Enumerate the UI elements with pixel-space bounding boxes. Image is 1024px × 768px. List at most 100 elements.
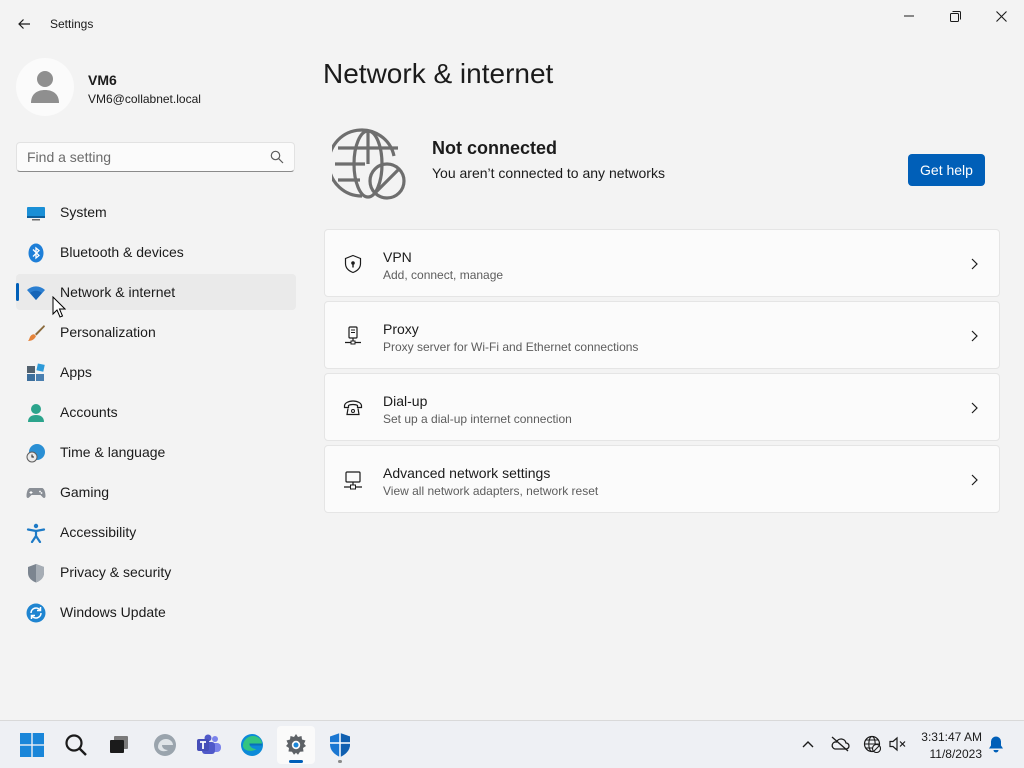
card-title: Advanced network settings	[383, 465, 551, 481]
chevron-up-icon	[802, 741, 814, 748]
search-icon[interactable]	[270, 150, 284, 164]
close-icon	[995, 10, 1007, 22]
card-description: Add, connect, manage	[383, 268, 504, 282]
taskbar-start-button[interactable]	[13, 726, 51, 764]
edge-icon	[241, 734, 263, 756]
card-description: Proxy server for Wi-Fi and Ethernet conn…	[383, 340, 639, 354]
monitor-network-icon	[344, 471, 362, 490]
page-title: Network & internet	[323, 58, 554, 89]
clock-date[interactable]: 11/8/2023	[912, 747, 983, 761]
card-title: VPN	[383, 249, 412, 265]
sidebar-item-label: Apps	[60, 364, 92, 380]
sidebar-item-personalization[interactable]: Personalization	[16, 314, 296, 350]
avatar[interactable]	[16, 58, 74, 116]
sidebar-item-label: Privacy & security	[60, 564, 172, 580]
brush-icon	[28, 325, 45, 341]
sidebar-item-label: Personalization	[60, 324, 156, 340]
apps-icon	[27, 363, 45, 381]
sidebar-item-apps[interactable]: Apps	[16, 354, 296, 390]
sidebar-item-label: Accessibility	[60, 524, 137, 540]
status-title: Not connected	[432, 138, 558, 158]
wifi-icon	[27, 286, 45, 300]
phone-icon	[343, 400, 363, 416]
card-title: Dial-up	[383, 393, 428, 409]
card-advanced-network[interactable]: Advanced network settings View all netwo…	[324, 445, 1000, 513]
sidebar-item-network[interactable]: Network & internet	[16, 274, 296, 310]
sidebar-item-accounts[interactable]: Accounts	[16, 394, 296, 430]
taskbar-task-view-button[interactable]	[100, 726, 138, 764]
search-box[interactable]	[16, 142, 295, 172]
maximize-icon	[949, 10, 961, 22]
edge-beta-icon	[154, 734, 176, 756]
sidebar-item-label: System	[60, 204, 107, 220]
profile-email: VM6@collabnet.local	[88, 92, 201, 106]
update-icon	[26, 603, 46, 623]
title-bar: Settings	[0, 0, 1024, 48]
tray-overflow-button[interactable]	[797, 733, 819, 755]
back-button[interactable]	[12, 12, 36, 36]
network-globe-icon	[863, 735, 881, 753]
card-description: Set up a dial-up internet connection	[383, 412, 572, 426]
close-button[interactable]	[978, 0, 1024, 32]
sidebar-item-privacy[interactable]: Privacy & security	[16, 554, 296, 590]
notification-bell-icon	[989, 736, 1003, 753]
settings-card-list: VPN Add, connect, manage Proxy Proxy ser…	[324, 229, 1000, 517]
card-title: Proxy	[383, 321, 419, 337]
sidebar-item-windows-update[interactable]: Windows Update	[16, 594, 296, 630]
get-help-button[interactable]: Get help	[908, 154, 985, 186]
notification-button[interactable]	[985, 733, 1007, 755]
vpn-shield-icon	[344, 254, 362, 274]
search-input[interactable]	[17, 143, 265, 171]
sidebar-item-accessibility[interactable]: Accessibility	[16, 514, 296, 550]
minimize-button[interactable]	[886, 0, 932, 32]
tray-network-button[interactable]	[861, 733, 883, 755]
chevron-right-icon	[971, 402, 978, 414]
card-description: View all network adapters, network reset	[383, 484, 599, 498]
gamepad-icon	[26, 488, 46, 498]
taskbar-edge-button[interactable]	[233, 726, 271, 764]
system-icon	[27, 207, 45, 221]
sidebar-item-gaming[interactable]: Gaming	[16, 474, 296, 510]
sidebar-item-label: Network & internet	[60, 284, 176, 300]
status-subtitle: You aren’t connected to any networks	[432, 165, 665, 181]
proxy-icon	[345, 326, 361, 345]
chevron-right-icon	[971, 330, 978, 342]
start-icon	[20, 733, 44, 757]
globe-blocked-icon	[332, 128, 406, 200]
back-arrow-icon	[18, 19, 30, 29]
account-icon	[28, 404, 44, 422]
taskbar-teams-button[interactable]	[190, 726, 228, 764]
sidebar-item-label: Windows Update	[60, 604, 166, 620]
card-proxy[interactable]: Proxy Proxy server for Wi-Fi and Etherne…	[324, 301, 1000, 369]
tray-volume-button[interactable]	[887, 733, 909, 755]
defender-icon	[330, 733, 350, 757]
taskbar-edge-beta-button[interactable]	[146, 726, 184, 764]
card-vpn[interactable]: VPN Add, connect, manage	[324, 229, 1000, 297]
search-icon	[65, 734, 87, 756]
sidebar-item-system[interactable]: System	[16, 194, 296, 230]
sidebar-nav: System Bluetooth & devices Network & int…	[16, 194, 296, 634]
sidebar-item-label: Time & language	[60, 444, 166, 460]
taskbar-search-button[interactable]	[57, 726, 95, 764]
chevron-right-icon	[971, 258, 978, 270]
sidebar-item-bluetooth[interactable]: Bluetooth & devices	[16, 234, 296, 270]
minimize-icon	[904, 15, 914, 17]
sidebar-item-label: Bluetooth & devices	[60, 244, 184, 260]
settings-icon	[286, 734, 306, 755]
maximize-button[interactable]	[932, 0, 978, 32]
profile-name: VM6	[88, 72, 117, 88]
chevron-right-icon	[971, 474, 978, 486]
sidebar-item-time-language[interactable]: Time & language	[16, 434, 296, 470]
taskbar-settings-button[interactable]	[277, 726, 315, 764]
taskbar-defender-button[interactable]	[321, 726, 359, 764]
card-dial-up[interactable]: Dial-up Set up a dial-up internet connec…	[324, 373, 1000, 441]
tray-onedrive-button[interactable]	[829, 733, 851, 755]
task-view-icon	[110, 736, 128, 753]
sidebar-item-label: Accounts	[60, 404, 118, 420]
shield-icon	[28, 564, 44, 583]
clock-time[interactable]: 3:31:47 AM	[912, 730, 982, 744]
cloud-offline-icon	[831, 736, 850, 752]
bluetooth-icon	[28, 243, 44, 263]
taskbar: 3:31:47 AM 11/8/2023	[0, 720, 1024, 768]
sidebar-item-label: Gaming	[60, 484, 110, 500]
